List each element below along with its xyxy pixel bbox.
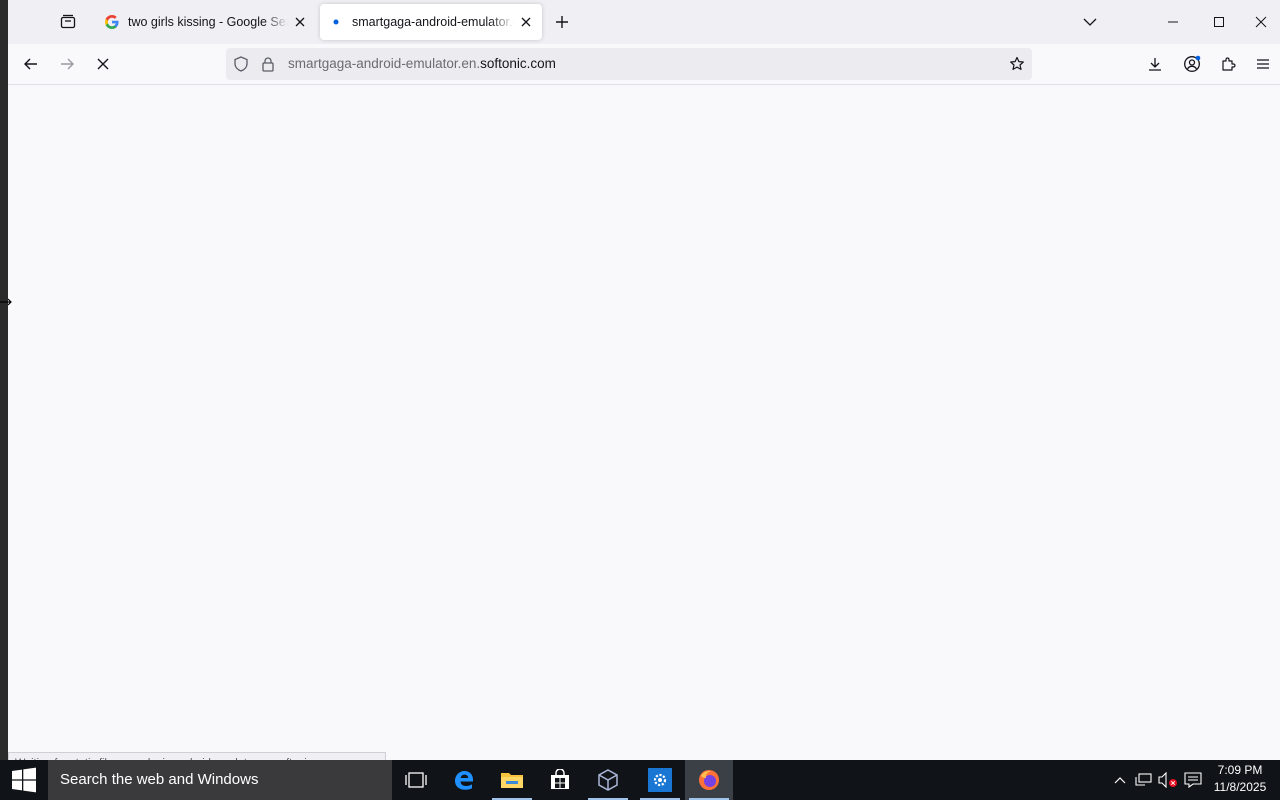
- shield-icon[interactable]: [232, 56, 250, 72]
- arrow-left-icon: [24, 58, 37, 70]
- speaker-muted-icon: [1158, 772, 1177, 788]
- minimize-icon: [1168, 21, 1178, 23]
- star-icon: [1010, 56, 1024, 70]
- windows-taskbar: Search the web and Windows 7:09 PM 11/8/…: [0, 760, 1280, 800]
- app-menu-button[interactable]: [1248, 50, 1278, 78]
- notification-icon: [1184, 772, 1202, 788]
- extensions-button[interactable]: [1213, 50, 1243, 78]
- edge-icon: [455, 771, 473, 790]
- hamburger-menu-icon: [1257, 59, 1269, 69]
- firefox-view-icon: [60, 14, 76, 29]
- tab-title: two girls kissing - Google Search: [128, 15, 288, 29]
- tab-softonic[interactable]: smartgaga-android-emulator.en.softonic.c…: [320, 4, 542, 40]
- account-button[interactable]: [1177, 50, 1207, 78]
- network-tray-button[interactable]: [1132, 760, 1156, 800]
- loading-dot-icon: [328, 14, 344, 30]
- download-icon: [1149, 58, 1161, 71]
- firefox-icon: [699, 770, 719, 790]
- puzzle-icon: [1222, 57, 1236, 71]
- resize-cursor-icon: [0, 298, 12, 306]
- chevron-down-icon: [1083, 18, 1097, 26]
- tab-title: smartgaga-android-emulator.en.softonic.c…: [352, 15, 514, 29]
- close-window-button[interactable]: [1242, 0, 1280, 44]
- account-icon: [1184, 55, 1201, 72]
- navigation-toolbar: smartgaga-android-emulator.en.softonic.c…: [8, 44, 1280, 85]
- close-icon: [97, 58, 109, 70]
- show-hidden-icons-button[interactable]: [1108, 760, 1132, 800]
- windows-logo-icon: [12, 767, 36, 793]
- url-text[interactable]: smartgaga-android-emulator.en.softonic.c…: [288, 56, 556, 71]
- stop-loading-button[interactable]: [88, 50, 118, 78]
- back-button[interactable]: [16, 50, 46, 78]
- start-button[interactable]: [0, 760, 48, 800]
- google-g-icon: [104, 14, 120, 30]
- minimize-button[interactable]: [1150, 0, 1196, 44]
- tab-google-search[interactable]: two girls kissing - Google Search: [96, 4, 316, 40]
- firefox-view-button[interactable]: [52, 8, 84, 36]
- taskbar-edge[interactable]: [440, 760, 488, 800]
- action-center-button[interactable]: [1181, 760, 1205, 800]
- store-bag-icon: [551, 769, 569, 789]
- downloads-button[interactable]: [1140, 50, 1170, 78]
- gear-icon: [648, 768, 672, 792]
- maximize-button[interactable]: [1196, 0, 1242, 44]
- close-tab-icon[interactable]: [292, 14, 308, 30]
- taskbar-search-box[interactable]: Search the web and Windows: [48, 760, 392, 800]
- network-icon: [1135, 773, 1152, 786]
- close-icon: [1255, 16, 1267, 28]
- lock-icon[interactable]: [260, 55, 276, 73]
- close-tab-icon[interactable]: [518, 14, 534, 30]
- status-panel: Waiting for static.files.wpgplugin.andro…: [8, 752, 386, 760]
- taskbar-settings[interactable]: [636, 760, 684, 800]
- url-subdomain: smartgaga-android-emulator.en.: [288, 56, 481, 71]
- clock-time: 7:09 PM: [1217, 763, 1263, 777]
- address-bar[interactable]: smartgaga-android-emulator.en.softonic.c…: [226, 48, 1032, 80]
- volume-tray-button[interactable]: [1156, 760, 1180, 800]
- task-view-icon: [405, 772, 427, 788]
- maximize-icon: [1214, 17, 1224, 27]
- browser-window: two girls kissing - Google Search smartg…: [8, 0, 1280, 760]
- folder-icon: [501, 773, 523, 788]
- cube-icon: [598, 769, 618, 791]
- plus-icon: [556, 16, 568, 28]
- tab-bar: two girls kissing - Google Search smartg…: [8, 0, 1280, 44]
- taskbar-virtualbox[interactable]: [584, 760, 632, 800]
- clock-date: 11/8/2025: [1213, 780, 1267, 794]
- arrow-right-icon: [61, 58, 74, 70]
- task-view-button[interactable]: [392, 760, 440, 800]
- list-all-tabs-button[interactable]: [1076, 8, 1104, 36]
- forward-button[interactable]: [52, 50, 82, 78]
- bookmark-star-button[interactable]: [1008, 55, 1026, 73]
- taskbar-store[interactable]: [536, 760, 584, 800]
- url-domain: softonic.com: [480, 56, 556, 71]
- taskbar-file-explorer[interactable]: [488, 760, 536, 800]
- new-tab-button[interactable]: [548, 8, 576, 36]
- taskbar-clock[interactable]: 7:09 PM 11/8/2025: [1208, 762, 1272, 796]
- page-content[interactable]: [8, 85, 1280, 760]
- taskbar-firefox[interactable]: [685, 760, 733, 800]
- chevron-up-icon: [1114, 777, 1126, 784]
